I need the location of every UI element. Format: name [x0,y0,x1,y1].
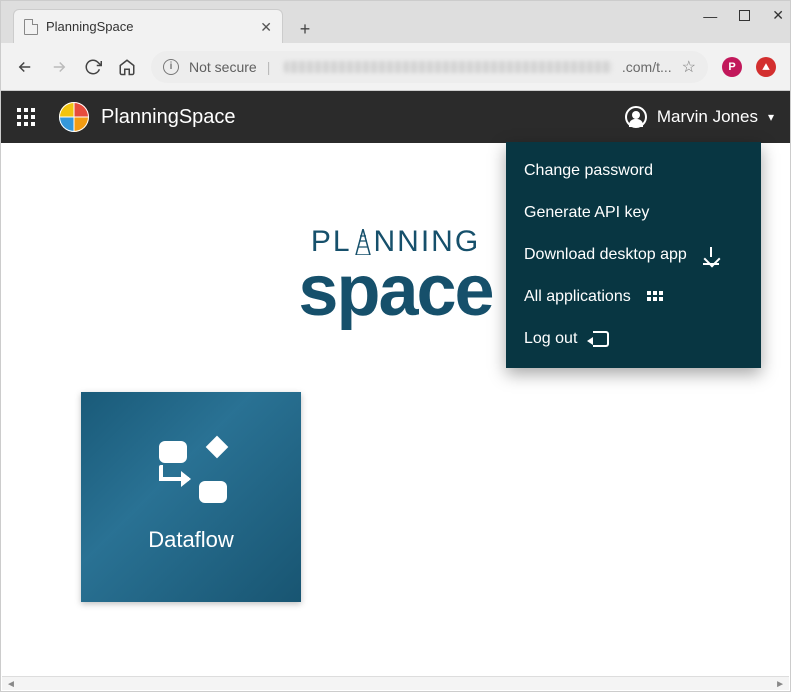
app-title: PlanningSpace [101,106,236,129]
info-icon[interactable]: i [163,59,179,75]
menu-download-desktop-app[interactable]: Download desktop app [506,234,761,276]
new-tab-button[interactable]: + [291,15,319,43]
menu-item-label: Generate API key [524,204,649,222]
extension-icon[interactable] [756,57,776,77]
url-suffix: .com/t... [622,59,672,75]
chevron-down-icon: ▾ [768,110,774,124]
menu-item-label: Change password [524,162,653,180]
download-icon [703,247,719,263]
not-secure-label: Not secure [189,59,257,75]
minimize-icon[interactable]: — [703,8,717,24]
user-menu-button[interactable]: Marvin Jones ▾ [625,106,774,128]
browser-titlebar: PlanningSpace ✕ + — ✕ [1,1,790,43]
app-header: PlanningSpace Marvin Jones ▾ [1,91,790,143]
dataflow-icon [155,441,227,503]
scroll-left-icon[interactable]: ◄ [6,679,16,690]
user-name: Marvin Jones [657,107,758,127]
document-icon [24,19,38,35]
close-window-icon[interactable]: ✕ [772,7,784,24]
url-obscured [284,61,612,73]
forward-icon [49,57,69,77]
menu-change-password[interactable]: Change password [506,150,761,192]
scroll-right-icon[interactable]: ► [775,679,785,690]
app-logo-icon [59,102,89,132]
horizontal-scrollbar[interactable]: ◄ ► [2,676,789,690]
tile-dataflow[interactable]: Dataflow [81,392,301,602]
tower-icon [352,225,374,259]
maximize-icon[interactable] [739,10,750,21]
home-icon[interactable] [117,57,137,77]
browser-toolbar: i Not secure | .com/t... ☆ P [1,43,790,91]
bookmark-star-icon[interactable]: ☆ [682,57,696,77]
profile-badge[interactable]: P [722,57,742,77]
menu-all-applications[interactable]: All applications [506,276,761,318]
menu-item-label: Log out [524,330,577,348]
logout-icon [593,331,609,347]
user-icon [625,106,647,128]
window-controls: — ✕ [703,7,784,24]
tab-title: PlanningSpace [46,19,133,34]
address-bar[interactable]: i Not secure | .com/t... ☆ [151,51,708,83]
apps-grid-icon[interactable] [17,108,35,126]
browser-tab[interactable]: PlanningSpace ✕ [13,9,283,43]
reload-icon[interactable] [83,57,103,77]
menu-item-label: Download desktop app [524,246,687,264]
menu-item-label: All applications [524,288,631,306]
menu-log-out[interactable]: Log out [506,318,761,360]
back-icon[interactable] [15,57,35,77]
grid-icon [647,291,663,303]
user-dropdown: Change password Generate API key Downloa… [506,142,761,368]
menu-generate-api-key[interactable]: Generate API key [506,192,761,234]
tab-close-icon[interactable]: ✕ [260,20,272,34]
tile-label: Dataflow [148,527,234,553]
